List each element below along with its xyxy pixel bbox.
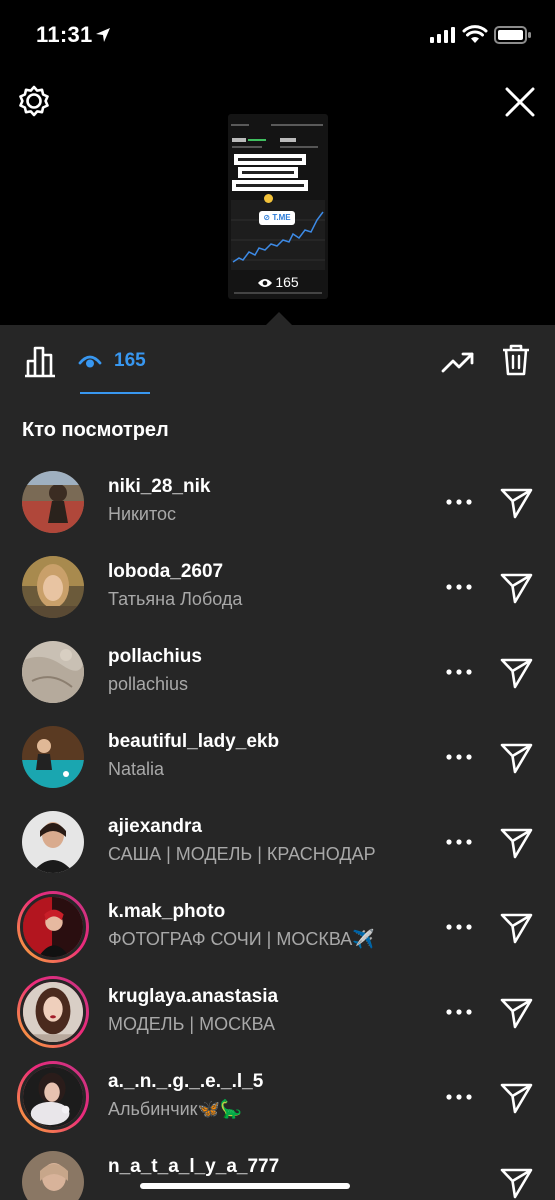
- thumbnail-emoji: [264, 194, 273, 203]
- more-icon[interactable]: [444, 913, 474, 941]
- avatar[interactable]: [22, 811, 84, 873]
- viewer-row[interactable]: beautiful_lady_ekb Natalia: [0, 715, 555, 800]
- close-icon[interactable]: [502, 84, 538, 120]
- thumbnail-pointer: [266, 312, 292, 325]
- viewer-username[interactable]: kruglaya.anastasia: [108, 986, 278, 1008]
- location-arrow-icon: [96, 28, 110, 42]
- more-icon[interactable]: [444, 1083, 474, 1111]
- paper-plane-icon[interactable]: [498, 1164, 534, 1200]
- viewer-row[interactable]: niki_28_nik Никитос: [0, 460, 555, 545]
- story-thumbnail[interactable]: ⊘ T.ME 165: [228, 114, 328, 299]
- more-icon[interactable]: [444, 828, 474, 856]
- avatar[interactable]: [22, 471, 84, 533]
- wifi-icon: [462, 25, 488, 43]
- viewer-row[interactable]: k.mak_photo ФОТОГРАФ СОЧИ | МОСКВА✈️: [0, 885, 555, 970]
- viewer-row[interactable]: ajiexandra САША | МОДЕЛЬ | КРАСНОДАР: [0, 800, 555, 885]
- more-icon[interactable]: [444, 488, 474, 516]
- more-icon[interactable]: [444, 743, 474, 771]
- cellular-signal-icon: [430, 27, 455, 43]
- paper-plane-icon[interactable]: [498, 909, 534, 945]
- bar-chart-icon[interactable]: [22, 343, 58, 379]
- avatar[interactable]: [22, 726, 84, 788]
- viewer-username[interactable]: beautiful_lady_ekb: [108, 731, 279, 753]
- home-indicator[interactable]: [140, 1183, 350, 1189]
- viewer-username[interactable]: pollachius: [108, 646, 202, 668]
- section-title: Кто посмотрел: [22, 419, 169, 441]
- viewer-row[interactable]: kruglaya.anastasia МОДЕЛЬ | МОСКВА: [0, 970, 555, 1055]
- gear-icon[interactable]: [16, 84, 52, 120]
- viewer-full-name: ФОТОГРАФ СОЧИ | МОСКВА✈️: [108, 929, 375, 949]
- tab-views[interactable]: 165: [78, 343, 146, 379]
- viewer-username[interactable]: loboda_2607: [108, 561, 223, 583]
- viewer-full-name: САША | МОДЕЛЬ | КРАСНОДАР: [108, 844, 376, 864]
- viewer-row[interactable]: n_a_t_a_l_y_a_777: [0, 1140, 555, 1200]
- viewer-row[interactable]: loboda_2607 Татьяна Лобода: [0, 545, 555, 630]
- status-time: 11:31: [36, 22, 93, 47]
- avatar[interactable]: [17, 891, 89, 963]
- trash-icon[interactable]: [498, 341, 534, 377]
- thumbnail-link-sticker: ⊘ T.ME: [259, 211, 295, 225]
- tab-bar: 165: [0, 325, 555, 397]
- avatar[interactable]: [22, 556, 84, 618]
- viewer-row[interactable]: pollachius pollachius: [0, 630, 555, 715]
- viewer-username[interactable]: ajiexandra: [108, 816, 202, 838]
- eye-icon: [258, 279, 273, 288]
- viewer-row[interactable]: a._.n._.g._.e._.l_5 Альбинчик🦋🦕: [0, 1055, 555, 1140]
- viewer-username[interactable]: n_a_t_a_l_y_a_777: [108, 1156, 279, 1178]
- paper-plane-icon[interactable]: [498, 824, 534, 860]
- paper-plane-icon[interactable]: [498, 654, 534, 690]
- thumbnail-footer-line: [234, 292, 322, 294]
- avatar[interactable]: [22, 1151, 84, 1200]
- paper-plane-icon[interactable]: [498, 484, 534, 520]
- viewer-username[interactable]: niki_28_nik: [108, 476, 210, 498]
- viewers-panel: 165 Кто посмотрел niki_28_nik Никитос lo…: [0, 325, 555, 1200]
- viewer-full-name: МОДЕЛЬ | МОСКВА: [108, 1014, 275, 1034]
- paper-plane-icon[interactable]: [498, 569, 534, 605]
- avatar[interactable]: [17, 976, 89, 1048]
- paper-plane-icon[interactable]: [498, 739, 534, 775]
- paper-plane-icon[interactable]: [498, 994, 534, 1030]
- viewer-full-name: Никитос: [108, 504, 177, 524]
- viewer-full-name: pollachius: [108, 674, 189, 694]
- more-icon[interactable]: [444, 573, 474, 601]
- viewer-username[interactable]: k.mak_photo: [108, 901, 225, 923]
- thumbnail-view-count: 165: [228, 274, 328, 290]
- story-viewer-header: ⊘ T.ME 165: [0, 70, 555, 325]
- status-bar: 11:31: [0, 0, 555, 70]
- more-icon[interactable]: [444, 998, 474, 1026]
- viewer-username[interactable]: a._.n._.g._.e._.l_5: [108, 1071, 263, 1093]
- thumbnail-text-banner: [232, 154, 308, 192]
- views-count: 165: [114, 350, 146, 371]
- avatar[interactable]: [22, 641, 84, 703]
- paper-plane-icon[interactable]: [498, 1079, 534, 1115]
- battery-icon: [494, 26, 531, 44]
- trending-up-icon[interactable]: [440, 343, 476, 379]
- viewer-full-name: Natalia: [108, 759, 165, 779]
- viewer-full-name: Татьяна Лобода: [108, 589, 243, 609]
- thumbnail-stats: [232, 138, 324, 154]
- thumbnail-header-lines: [231, 124, 325, 134]
- active-tab-indicator: [80, 392, 150, 394]
- avatar[interactable]: [17, 1061, 89, 1133]
- eye-icon: [78, 355, 102, 368]
- viewer-full-name: Альбинчик🦋🦕: [108, 1099, 243, 1119]
- more-icon[interactable]: [444, 658, 474, 686]
